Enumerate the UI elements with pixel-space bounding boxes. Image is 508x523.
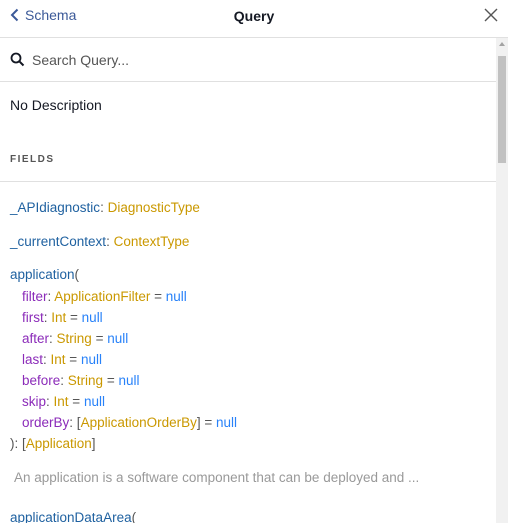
equals: =: [65, 352, 81, 367]
arg-name: first: [22, 310, 44, 325]
doc-explorer-content: No Description FIELDS _APIdiagnostic: Di…: [0, 38, 496, 523]
field-applicationdataarea: applicationDataArea(: [10, 510, 136, 523]
return-type-row: ): [Application]: [10, 436, 96, 451]
page-title: Query: [233, 8, 275, 24]
colon: :: [46, 394, 54, 409]
open-paren: (: [131, 510, 137, 523]
vertical-scrollbar[interactable]: [496, 38, 508, 523]
default-value: null: [107, 331, 129, 346]
colon: :: [69, 415, 77, 430]
arg-row: after: String = null: [22, 331, 128, 346]
equals: =: [200, 415, 217, 430]
close-paren: ): [: [10, 436, 26, 451]
arg-name: orderBy: [22, 415, 70, 430]
default-value: null: [118, 373, 140, 388]
arg-row: last: Int = null: [22, 352, 102, 367]
equals: =: [103, 373, 119, 388]
default-value: null: [81, 310, 103, 325]
open-paren: (: [74, 267, 80, 282]
type-link[interactable]: ApplicationOrderBy: [81, 415, 197, 430]
equals: =: [68, 394, 84, 409]
search-icon: [10, 52, 25, 67]
field-name-link[interactable]: application: [10, 267, 75, 282]
fields-section-title: FIELDS: [10, 154, 55, 165]
type-description: No Description: [10, 97, 102, 113]
arg-row: skip: Int = null: [22, 394, 105, 409]
type-link[interactable]: String: [68, 373, 103, 388]
arg-name: after: [22, 331, 50, 346]
arg-row: before: String = null: [22, 373, 139, 388]
arg-name: before: [22, 373, 61, 388]
type-link[interactable]: ApplicationFilter: [54, 289, 150, 304]
equals: =: [66, 310, 82, 325]
colon: :: [106, 234, 114, 249]
arg-row: orderBy: [ApplicationOrderBy] = null: [22, 415, 237, 430]
default-value: null: [216, 415, 238, 430]
default-value: null: [165, 289, 187, 304]
type-link[interactable]: ContextType: [114, 234, 190, 249]
scroll-up-arrow-icon[interactable]: [499, 42, 505, 46]
scrollbar-thumb[interactable]: [498, 56, 506, 163]
colon: :: [60, 373, 68, 388]
default-value: null: [80, 352, 102, 367]
type-link[interactable]: Int: [51, 352, 66, 367]
default-value: null: [83, 394, 105, 409]
field-currentcontext: _currentContext: ContextType: [10, 234, 189, 249]
search-bar: [0, 38, 496, 82]
arg-name: skip: [22, 394, 47, 409]
close-icon[interactable]: [484, 8, 498, 22]
arg-row: filter: ApplicationFilter = null: [22, 289, 187, 304]
field-name-link[interactable]: _APIdiagnostic: [10, 200, 100, 215]
type-link[interactable]: DiagnosticType: [108, 200, 200, 215]
field-name-link[interactable]: _currentContext: [10, 234, 106, 249]
colon: :: [49, 331, 57, 346]
equals: =: [150, 289, 166, 304]
doc-explorer-header: Schema Query: [0, 0, 508, 38]
colon: :: [43, 352, 51, 367]
field-description: An application is a software component t…: [14, 470, 420, 485]
field-application: application(: [10, 267, 79, 282]
colon: :: [100, 200, 108, 215]
field-apidiagnostic: _APIdiagnostic: DiagnosticType: [10, 200, 200, 215]
arg-name: last: [22, 352, 44, 367]
type-link[interactable]: Int: [51, 310, 66, 325]
field-name-link[interactable]: applicationDataArea: [10, 510, 132, 523]
search-input[interactable]: [32, 49, 472, 71]
list-bracket-close: ]: [91, 436, 96, 451]
type-link[interactable]: String: [57, 331, 92, 346]
section-divider: [0, 181, 496, 182]
equals: =: [91, 331, 108, 346]
type-link[interactable]: Application: [26, 436, 92, 451]
type-link[interactable]: Int: [54, 394, 69, 409]
arg-row: first: Int = null: [22, 310, 103, 325]
arg-name: filter: [22, 289, 48, 304]
